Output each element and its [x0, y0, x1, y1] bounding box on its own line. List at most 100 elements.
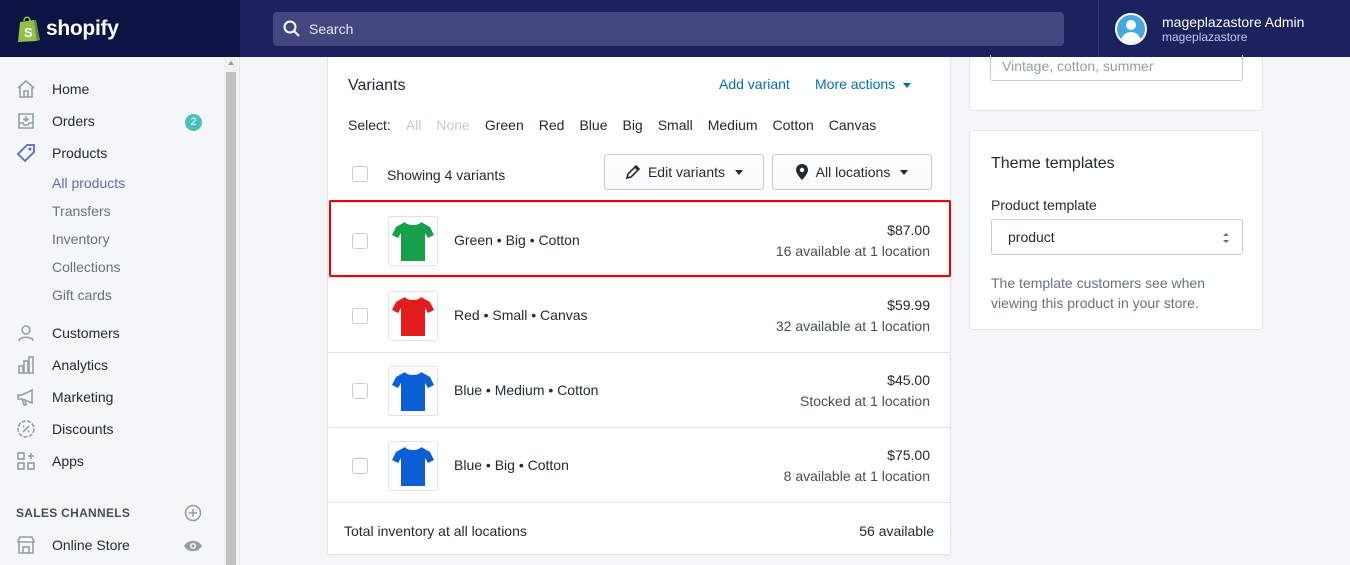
- apps-icon: [16, 451, 36, 471]
- user-store: mageplazastore: [1162, 29, 1248, 44]
- sidebar-item-products[interactable]: Products: [0, 137, 224, 169]
- variant-price: $75.00: [887, 447, 930, 463]
- all-locations-button[interactable]: All locations: [772, 154, 932, 190]
- sidebar-item-customers[interactable]: Customers: [0, 317, 224, 349]
- sidebar-item-label: Orders: [52, 113, 95, 129]
- shopify-logo[interactable]: S shopify: [0, 0, 240, 57]
- orders-icon: [16, 111, 36, 131]
- select-big-link[interactable]: Big: [622, 117, 642, 133]
- variants-title: Variants: [348, 77, 406, 94]
- all-locations-label: All locations: [815, 164, 891, 180]
- edit-variants-label: Edit variants: [647, 164, 726, 180]
- sidebar-item-analytics[interactable]: Analytics: [0, 349, 224, 381]
- variant-checkbox[interactable]: [352, 308, 368, 324]
- shopify-bag-icon: S: [18, 15, 40, 42]
- select-medium-link[interactable]: Medium: [708, 117, 758, 133]
- select-green-link[interactable]: Green: [485, 117, 524, 133]
- sidebar-item-home[interactable]: Home: [0, 73, 224, 105]
- sidebar-item-marketing[interactable]: Marketing: [0, 381, 224, 413]
- select-all-variants-checkbox[interactable]: [352, 166, 368, 182]
- variant-checkbox[interactable]: [352, 383, 368, 399]
- variant-name: Green • Big • Cotton: [454, 232, 580, 248]
- select-arrows-icon: [1223, 233, 1229, 243]
- chevron-down-icon: [735, 169, 744, 175]
- variant-checkbox[interactable]: [352, 458, 368, 474]
- user-menu[interactable]: mageplazastore Admin mageplazastore: [1098, 0, 1350, 57]
- sidebar-subitem-all-products[interactable]: All products: [52, 175, 125, 195]
- sidebar-item-label: Products: [52, 145, 108, 161]
- sidebar-subitem-transfers[interactable]: Transfers: [52, 203, 111, 223]
- product-template-select[interactable]: product: [991, 219, 1243, 255]
- sidebar-item-discounts[interactable]: Discounts: [0, 413, 224, 445]
- tshirt-icon: [392, 222, 434, 261]
- total-inventory-label: Total inventory at all locations: [344, 523, 527, 539]
- tshirt-icon: [392, 297, 434, 336]
- edit-variants-button[interactable]: Edit variants: [604, 154, 764, 190]
- variant-price: $87.00: [887, 222, 930, 238]
- search-input[interactable]: Search: [273, 12, 1064, 46]
- select-small-link[interactable]: Small: [658, 117, 693, 133]
- select-canvas-link[interactable]: Canvas: [829, 117, 876, 133]
- product-template-label: Product template: [991, 197, 1097, 213]
- top-bar: S shopify Search mageplazastore Admin ma…: [0, 0, 1350, 57]
- sidebar-item-label: Apps: [52, 453, 84, 469]
- variant-thumbnail: [388, 216, 438, 266]
- select-blue-link[interactable]: Blue: [579, 117, 607, 133]
- tags-input[interactable]: Vintage, cotton, summer: [990, 55, 1243, 81]
- brand-name: shopify: [46, 16, 119, 40]
- variant-stock: 16 available at 1 location: [775, 243, 930, 259]
- more-actions-label: More actions: [815, 76, 896, 92]
- variant-row[interactable]: Blue • Medium • Cotton $45.00 Stocked at…: [328, 352, 950, 427]
- select-cotton-link[interactable]: Cotton: [773, 117, 814, 133]
- search-icon: [283, 20, 300, 37]
- sidebar-item-label: Customers: [52, 325, 120, 341]
- variant-row[interactable]: Blue • Big • Cotton $75.00 8 available a…: [328, 427, 950, 502]
- more-actions-link[interactable]: More actions: [815, 76, 912, 92]
- home-icon: [16, 79, 36, 99]
- select-all-link[interactable]: All: [406, 117, 422, 133]
- variant-name: Blue • Medium • Cotton: [454, 382, 599, 398]
- sidebar-item-label: Analytics: [52, 357, 109, 373]
- total-inventory-value: 56 available: [859, 523, 934, 539]
- select-none-link[interactable]: None: [436, 117, 469, 133]
- variant-checkbox[interactable]: [352, 233, 368, 249]
- sidebar-subitem-collections[interactable]: Collections: [52, 259, 120, 279]
- add-sales-channel-icon[interactable]: [184, 504, 202, 522]
- scroll-up-arrow-icon[interactable]: [228, 61, 234, 65]
- variant-name: Red • Small • Canvas: [454, 307, 588, 323]
- eye-icon[interactable]: [183, 539, 203, 553]
- sidebar-scrollbar[interactable]: [224, 57, 238, 565]
- variant-row[interactable]: Green • Big • Cotton $87.00 16 available…: [328, 202, 950, 277]
- megaphone-icon: [16, 387, 36, 407]
- select-red-link[interactable]: Red: [539, 117, 565, 133]
- sidebar-item-label: Marketing: [52, 389, 114, 405]
- sidebar-item-label: Online Store: [52, 537, 130, 553]
- showing-variants-count: Showing 4 variants: [387, 167, 506, 183]
- variant-price: $59.99: [887, 297, 930, 313]
- variant-name: Blue • Big • Cotton: [454, 457, 569, 473]
- sidebar: Home Orders 2 Products All products Tran…: [0, 57, 240, 565]
- avatar: [1115, 12, 1147, 45]
- variant-stock: 32 available at 1 location: [775, 318, 930, 334]
- variant-thumbnail: [388, 291, 438, 341]
- add-variant-link[interactable]: Add variant: [719, 76, 790, 92]
- store-icon: [16, 535, 36, 555]
- sidebar-subitem-gift-cards[interactable]: Gift cards: [52, 287, 112, 307]
- sidebar-item-label: Discounts: [52, 421, 114, 437]
- search-placeholder: Search: [309, 21, 354, 37]
- product-template-help: The template customers see when viewing …: [991, 275, 1205, 311]
- variant-row[interactable]: Red • Small • Canvas $59.99 32 available…: [328, 277, 950, 352]
- scroll-thumb[interactable]: [226, 72, 236, 565]
- product-template-value: product: [1008, 229, 1055, 245]
- chevron-down-icon: [903, 82, 912, 88]
- theme-templates-card: Theme templates Product template product…: [969, 130, 1263, 330]
- select-label: Select:: [348, 117, 391, 133]
- variants-card: Variants Add variant More actions Select…: [327, 57, 951, 555]
- sidebar-subitem-inventory[interactable]: Inventory: [52, 231, 110, 251]
- bar-chart-icon: [16, 355, 36, 375]
- user-name: mageplazastore Admin: [1162, 13, 1305, 30]
- tags-card: Vintage, cotton, summer: [969, 55, 1263, 111]
- pencil-icon: [625, 164, 641, 180]
- sidebar-item-apps[interactable]: Apps: [0, 445, 224, 477]
- person-icon: [16, 323, 36, 343]
